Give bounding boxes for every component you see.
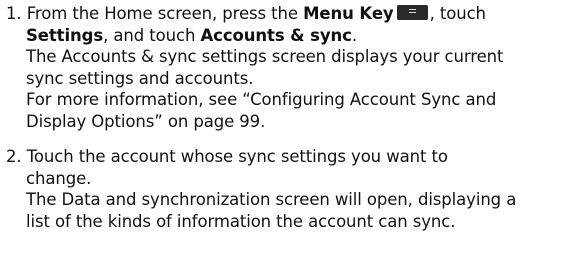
accounts-sync-label: Accounts & sync: [200, 25, 352, 45]
menu-key-label: Menu Key: [303, 4, 394, 23]
step-1-text-and-touch: , and touch: [103, 25, 201, 45]
step-1: 1. From the Home screen, press the Menu …: [6, 3, 503, 132]
step-1-text-start: From the Home screen, press the: [26, 4, 304, 23]
step-1-period: .: [351, 25, 357, 45]
step-1-line-6: Display Options” on page 99.: [26, 111, 266, 131]
step-1-line-1: 1. From the Home screen, press the Menu …: [6, 3, 503, 25]
step-1-line-4: sync settings and accounts.: [26, 68, 254, 88]
step-1-number: 1.: [6, 4, 22, 23]
step-2: 2. Touch the account whose sync settings…: [6, 146, 516, 232]
step-1-line-2: Settings, and touch Accounts & sync.: [6, 25, 503, 47]
step-2-line-1: 2. Touch the account whose sync settings…: [6, 146, 516, 168]
step-2-line-3: The Data and synchronization screen will…: [26, 190, 517, 209]
step-1-line-3: The Accounts & sync settings screen disp…: [26, 47, 504, 66]
step-2-number: 2.: [6, 147, 22, 166]
step-2-text-start: Touch the account whose sync settings yo…: [26, 147, 448, 166]
step-1-text-touch: , touch: [429, 4, 486, 23]
settings-label: Settings: [26, 25, 104, 45]
step-1-line-5: For more information, see “Configuring A…: [26, 90, 497, 109]
document-page: 1. From the Home screen, press the Menu …: [0, 0, 575, 256]
step-2-line-2: change.: [26, 168, 92, 188]
menu-key-icon: [396, 5, 428, 20]
step-2-line-4: list of the kinds of information the acc…: [26, 211, 456, 231]
